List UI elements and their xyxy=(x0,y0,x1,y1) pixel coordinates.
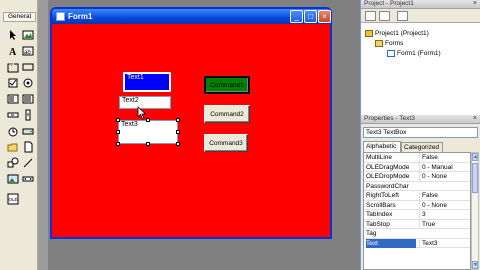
property-row-selected[interactable]: Text Text3 xyxy=(364,238,470,248)
svg-text:ab: ab xyxy=(24,50,31,56)
object-selector[interactable]: Text3 TextBox xyxy=(363,127,478,138)
form-icon xyxy=(56,12,65,21)
property-row[interactable]: ScrollBars 0 - None xyxy=(364,200,470,210)
data-icon[interactable] xyxy=(21,172,34,185)
view-object-button[interactable] xyxy=(379,11,390,21)
property-row[interactable]: OLEDropMode 0 - None xyxy=(364,172,470,182)
resize-handle[interactable] xyxy=(116,142,120,146)
tree-item-forms[interactable]: Forms xyxy=(375,40,403,47)
form1-client-area[interactable]: Text1 Text2 Text3 Command1 Command2 Comm… xyxy=(52,24,330,237)
close-button[interactable]: × xyxy=(318,10,331,23)
scroll-up-icon[interactable]: ▲ xyxy=(472,153,478,161)
drivelistbox-icon[interactable] xyxy=(21,124,34,137)
text3-textbox[interactable]: Text3 xyxy=(118,120,178,144)
commandbutton-icon[interactable] xyxy=(21,60,34,73)
project-icon xyxy=(365,30,373,37)
form1-title: Form1 xyxy=(68,12,93,21)
svg-text:A: A xyxy=(9,47,17,57)
resize-handle[interactable] xyxy=(176,130,180,134)
resize-handle[interactable] xyxy=(116,118,120,122)
property-row[interactable]: TabIndex 3 xyxy=(364,210,470,220)
command1-button[interactable]: Command1 xyxy=(204,76,250,94)
command2-button[interactable]: Command2 xyxy=(204,105,250,123)
properties-window: Properties - Text3 × Text3 TextBox Alpha… xyxy=(360,115,480,270)
property-row[interactable]: TabStop True xyxy=(364,219,470,229)
checkbox-icon[interactable] xyxy=(6,76,19,89)
properties-title: Properties - Text3 xyxy=(364,115,415,122)
label-icon[interactable]: A xyxy=(6,44,19,57)
timer-icon[interactable] xyxy=(6,124,19,137)
property-row[interactable]: OLEDragMode 0 - Manual xyxy=(364,162,470,172)
mouse-cursor-icon xyxy=(137,106,147,120)
command3-button[interactable]: Command3 xyxy=(204,134,248,152)
optionbutton-icon[interactable] xyxy=(21,76,34,89)
tree-item-project1[interactable]: Project1 (Project1) xyxy=(365,30,429,37)
toolbox: General A ab xy OLE xyxy=(0,0,38,270)
dirlistbox-icon[interactable] xyxy=(6,140,19,153)
folder-icon xyxy=(375,40,383,47)
form1-titlebar[interactable]: Form1 _ □ × xyxy=(52,9,331,24)
view-code-button[interactable] xyxy=(365,11,376,21)
tree-item-form1[interactable]: Form1 (Form1) xyxy=(387,50,441,57)
scroll-thumb[interactable] xyxy=(472,163,478,193)
svg-text:OLE: OLE xyxy=(8,197,17,202)
designer-splitter[interactable] xyxy=(38,0,48,270)
resize-handle[interactable] xyxy=(176,118,180,122)
toggle-folders-button[interactable] xyxy=(397,11,408,21)
image-icon[interactable] xyxy=(6,172,19,185)
properties-title-bar: Properties - Text3 × xyxy=(361,115,480,124)
tab-alphabetic[interactable]: Alphabetic xyxy=(363,141,401,152)
hscrollbar-icon[interactable] xyxy=(6,108,19,121)
property-row[interactable]: MultiLine False xyxy=(364,153,470,163)
shape-icon[interactable] xyxy=(6,156,19,169)
form1-window[interactable]: Form1 _ □ × Text1 Text2 Text3 Command1 C… xyxy=(50,7,332,239)
project-toolbar xyxy=(361,9,480,23)
vscrollbar-icon[interactable] xyxy=(21,108,34,121)
textbox-icon[interactable]: ab xyxy=(21,44,34,57)
properties-tabs: Alphabetic Categorized xyxy=(363,141,478,152)
properties-scrollbar[interactable]: ▲ ▼ xyxy=(471,152,479,270)
tab-categorized[interactable]: Categorized xyxy=(401,142,443,152)
picturebox-icon[interactable] xyxy=(21,28,34,41)
resize-handle[interactable] xyxy=(176,142,180,146)
pointer-icon[interactable] xyxy=(6,28,19,41)
filelistbox-icon[interactable] xyxy=(21,140,34,153)
combobox-icon[interactable] xyxy=(6,92,19,105)
property-grid: MultiLine False OLEDragMode 0 - Manual OLE… xyxy=(363,152,471,270)
project-close-button[interactable]: × xyxy=(473,0,477,8)
frame-icon[interactable]: xy xyxy=(6,60,19,73)
ole-icon[interactable]: OLE xyxy=(6,192,19,205)
text1-textbox[interactable]: Text1 xyxy=(123,72,171,92)
property-row[interactable]: PasswordChar xyxy=(364,182,470,191)
project-title-bar: Project - Project1 × xyxy=(361,0,480,9)
project-explorer: Project - Project1 × Project1 (Project1)… xyxy=(360,0,480,115)
property-row[interactable]: Tag xyxy=(364,229,470,239)
scroll-down-icon[interactable]: ▼ xyxy=(472,261,478,269)
form-icon xyxy=(387,50,395,57)
toolbox-tab-general[interactable]: General xyxy=(3,12,36,22)
listbox-icon[interactable] xyxy=(21,92,34,105)
line-icon[interactable] xyxy=(21,156,34,169)
resize-handle[interactable] xyxy=(116,130,120,134)
project-title: Project - Project1 xyxy=(364,0,414,7)
resize-handle[interactable] xyxy=(146,142,150,146)
properties-close-button[interactable]: × xyxy=(473,115,477,123)
svg-text:xy: xy xyxy=(9,61,13,66)
minimize-button[interactable]: _ xyxy=(290,10,303,23)
maximize-button[interactable]: □ xyxy=(304,10,317,23)
property-row[interactable]: RightToLeft False xyxy=(364,191,470,201)
